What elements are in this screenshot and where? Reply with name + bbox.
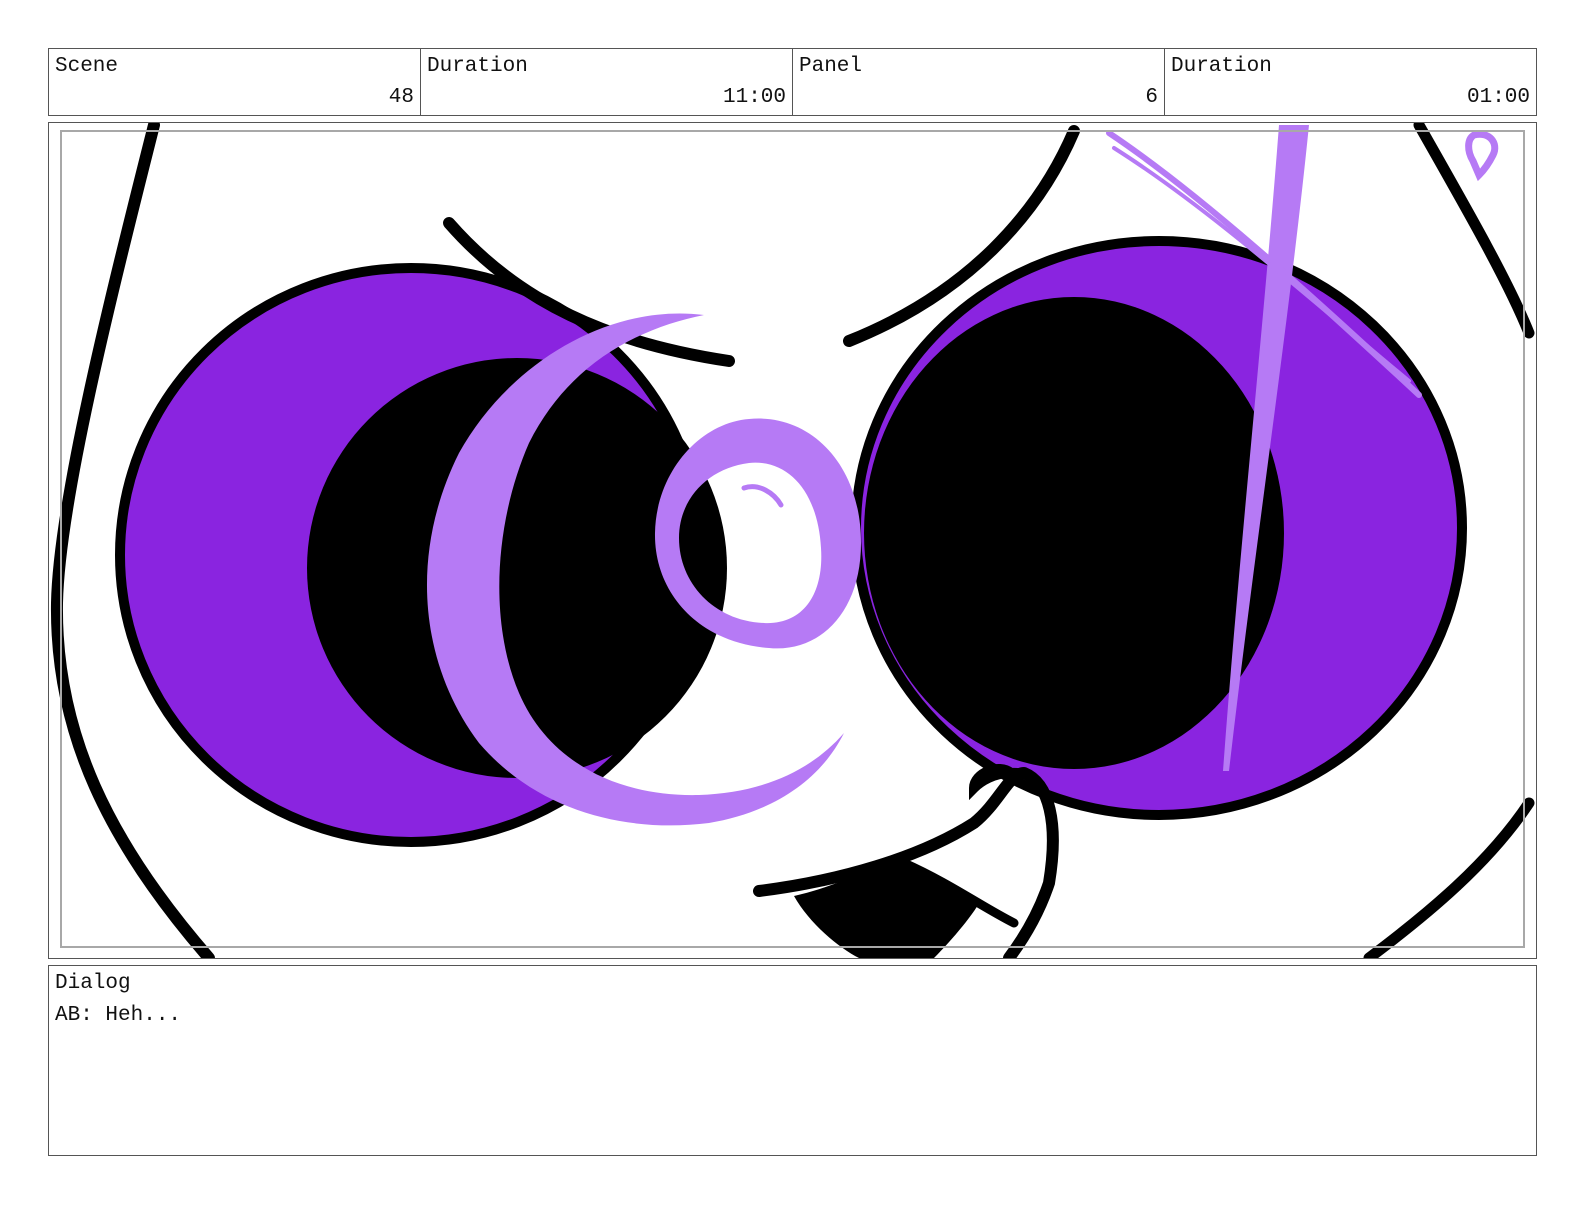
dialog-text: AB: Heh... — [55, 1004, 182, 1027]
face-outline-right-bottom — [1363, 797, 1535, 958]
panel-cell: Panel 6 — [793, 49, 1165, 115]
scene-cell: Scene 48 — [49, 49, 421, 115]
panel-duration-label: Duration — [1171, 55, 1272, 78]
scene-label: Scene — [55, 55, 119, 78]
panel-drawing — [50, 123, 1535, 958]
mouth-fill — [794, 858, 979, 958]
panel-duration-value: 01:00 — [1466, 86, 1530, 109]
effect-mark — [741, 484, 784, 508]
scene-number: 48 — [388, 86, 414, 109]
right-eye-pupil — [864, 297, 1284, 769]
panel-duration-cell: Duration 01:00 — [1165, 49, 1536, 115]
storyboard-panel — [48, 122, 1537, 959]
effect-small-loop — [1465, 130, 1499, 182]
dialog-label: Dialog — [55, 972, 131, 995]
scene-duration-label: Duration — [427, 55, 528, 78]
panel-number: 6 — [1145, 86, 1158, 109]
storyboard-header: Scene 48 Duration 11:00 Panel 6 Duration… — [48, 48, 1537, 116]
scene-duration-value: 11:00 — [722, 86, 786, 109]
panel-label: Panel — [799, 55, 863, 78]
scene-duration-cell: Duration 11:00 — [421, 49, 793, 115]
dialog-box: Dialog AB: Heh... — [48, 965, 1537, 1156]
